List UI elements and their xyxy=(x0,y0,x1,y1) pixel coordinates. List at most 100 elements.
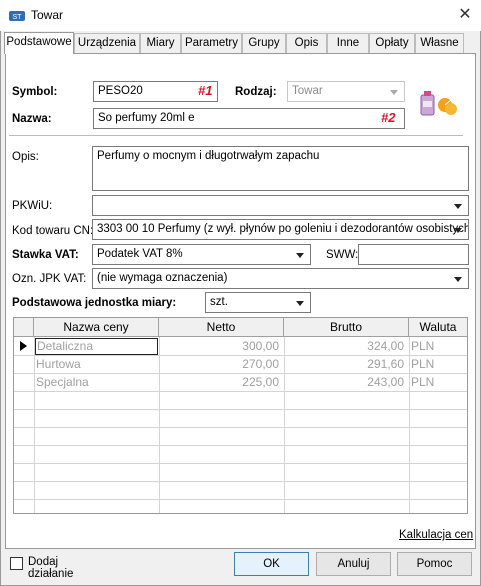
nazwa-marker: #2 xyxy=(381,110,396,125)
rodzaj-label: Rodzaj: xyxy=(235,86,277,98)
cell-brutto[interactable]: 291,60 xyxy=(285,356,404,373)
cell-currency[interactable]: PLN xyxy=(411,338,466,355)
jpk-select[interactable]: (nie wymaga oznaczenia) xyxy=(92,268,469,289)
svg-text:ST: ST xyxy=(13,14,23,21)
grid-line xyxy=(14,391,467,392)
unit-select[interactable]: szt. xyxy=(205,292,311,313)
kalkulacja-cen-link[interactable]: Kalkulacja cen xyxy=(399,529,473,541)
window-title: Towar xyxy=(31,8,64,22)
cell-brutto[interactable]: 324,00 xyxy=(285,338,404,355)
chevron-down-icon xyxy=(390,90,398,95)
separator xyxy=(9,135,463,136)
nazwa-label: Nazwa: xyxy=(12,113,52,125)
cancel-button[interactable]: Anuluj xyxy=(316,552,391,576)
tab-inne[interactable]: Inne xyxy=(327,33,369,53)
opis-label: Opis: xyxy=(12,151,39,163)
chevron-down-icon xyxy=(454,204,462,209)
nazwa-field[interactable]: So perfumy 20ml e xyxy=(93,108,405,129)
unit-label: Podstawowa jednostka miary: xyxy=(12,297,177,309)
cell-netto[interactable]: 270,00 xyxy=(160,356,279,373)
vat-select[interactable]: Podatek VAT 8% xyxy=(92,244,311,265)
cell-netto[interactable]: 225,00 xyxy=(160,374,279,391)
sww-label: SWW: xyxy=(326,249,359,261)
chevron-down-icon xyxy=(454,277,462,282)
chevron-down-icon xyxy=(454,228,462,233)
close-icon[interactable]: ✕ xyxy=(456,6,474,24)
tab-podstawowe[interactable]: Podstawowe xyxy=(4,32,74,54)
add-action-label: Dodaj działanie xyxy=(28,556,74,580)
app-logo-icon: ST xyxy=(9,11,25,21)
pkwiu-label: PKWiU: xyxy=(12,200,53,212)
kod-cn-label: Kod towaru CN: xyxy=(12,225,94,237)
grid-line xyxy=(14,445,467,446)
grid-line xyxy=(14,409,467,410)
column-header-waluta[interactable]: Waluta xyxy=(409,318,467,337)
tab-wlasne[interactable]: Własne xyxy=(415,33,464,53)
chevron-down-icon xyxy=(296,301,304,306)
tab-label: Opłaty xyxy=(375,37,409,49)
symbol-marker: #1 xyxy=(198,83,213,98)
row-pointer-icon xyxy=(20,341,27,351)
header-label: Netto xyxy=(206,320,236,334)
symbol-label: Symbol: xyxy=(12,86,58,98)
vat-value: Podatek VAT 8% xyxy=(97,248,183,260)
perfume-product-icon xyxy=(420,91,457,116)
tab-label: Parametry xyxy=(184,37,239,49)
cell-currency[interactable]: PLN xyxy=(411,356,466,373)
header-label: Brutto xyxy=(329,320,362,334)
tab-label: Miary xyxy=(146,37,175,49)
tab-label: Opis xyxy=(294,37,319,49)
table-row[interactable]: Detaliczna 300,00 324,00 PLN xyxy=(34,338,467,355)
row-indicator-header xyxy=(14,318,34,337)
cell-name[interactable]: Specjalna xyxy=(36,374,157,391)
opis-textarea[interactable]: Perfumy o mocnym i długotrwałym zapachu xyxy=(92,146,469,191)
tab-oplaty[interactable]: Opłaty xyxy=(369,33,415,53)
add-action-checkbox[interactable]: Dodaj działanie xyxy=(10,556,105,580)
tab-label: Urządzenia xyxy=(77,37,137,49)
grid-line xyxy=(14,463,467,464)
tab-parametry[interactable]: Parametry xyxy=(181,33,242,53)
kod-cn-select[interactable]: 3303 00 10 Perfumy (z wył. płynów po gol… xyxy=(92,219,469,240)
pkwiu-select[interactable] xyxy=(92,195,469,216)
table-row[interactable]: Hurtowa 270,00 291,60 PLN xyxy=(34,356,467,373)
header-label: Waluta xyxy=(419,320,457,334)
vat-label: Stawka VAT: xyxy=(12,249,79,261)
cell-currency[interactable]: PLN xyxy=(411,374,466,391)
tab-urzadzenia[interactable]: Urządzenia xyxy=(74,33,140,53)
rodzaj-select[interactable]: Towar xyxy=(287,81,405,102)
tab-label: Inne xyxy=(336,37,360,49)
column-header-netto[interactable]: Netto xyxy=(159,318,284,337)
opis-value: Perfumy o mocnym i długotrwałym zapachu xyxy=(97,150,320,162)
table-row[interactable]: Specjalna 225,00 243,00 PLN xyxy=(34,374,467,391)
nazwa-value: So perfumy 20ml e xyxy=(98,112,195,124)
column-header-nazwa[interactable]: Nazwa ceny xyxy=(34,318,159,337)
ok-button[interactable]: OK xyxy=(234,552,309,576)
tab-label: Własne xyxy=(420,37,459,49)
jpk-label: Ozn. JPK VAT: xyxy=(12,273,87,285)
chevron-down-icon xyxy=(296,253,304,258)
rodzaj-value: Towar xyxy=(292,85,323,97)
grid-line xyxy=(14,499,467,500)
tab-opis[interactable]: Opis xyxy=(286,33,327,53)
symbol-value: PESO20 xyxy=(98,85,143,97)
header-label: Nazwa ceny xyxy=(63,320,129,334)
grid-line xyxy=(14,427,467,428)
price-table: Nazwa ceny Netto Brutto Waluta Detaliczn… xyxy=(13,317,468,514)
tab-label: Grupy xyxy=(248,37,280,49)
column-header-brutto[interactable]: Brutto xyxy=(284,318,409,337)
title-bar: ST Towar ✕ xyxy=(0,0,481,31)
cell-name[interactable]: Detaliczna xyxy=(35,338,158,355)
help-button[interactable]: Pomoc xyxy=(397,552,472,576)
cell-netto[interactable]: 300,00 xyxy=(160,338,279,355)
unit-value: szt. xyxy=(210,296,228,308)
kod-cn-value: 3303 00 10 Perfumy (z wył. płynów po gol… xyxy=(97,223,469,235)
tab-miary[interactable]: Miary xyxy=(140,33,181,53)
cell-name[interactable]: Hurtowa xyxy=(36,356,157,373)
cell-brutto[interactable]: 243,00 xyxy=(285,374,404,391)
grid-line xyxy=(14,481,467,482)
tab-label: Podstawowe xyxy=(6,36,72,48)
checkbox-box[interactable] xyxy=(10,557,23,570)
sww-field[interactable] xyxy=(358,244,469,265)
jpk-value: (nie wymaga oznaczenia) xyxy=(97,272,228,284)
tab-grupy[interactable]: Grupy xyxy=(242,33,286,53)
